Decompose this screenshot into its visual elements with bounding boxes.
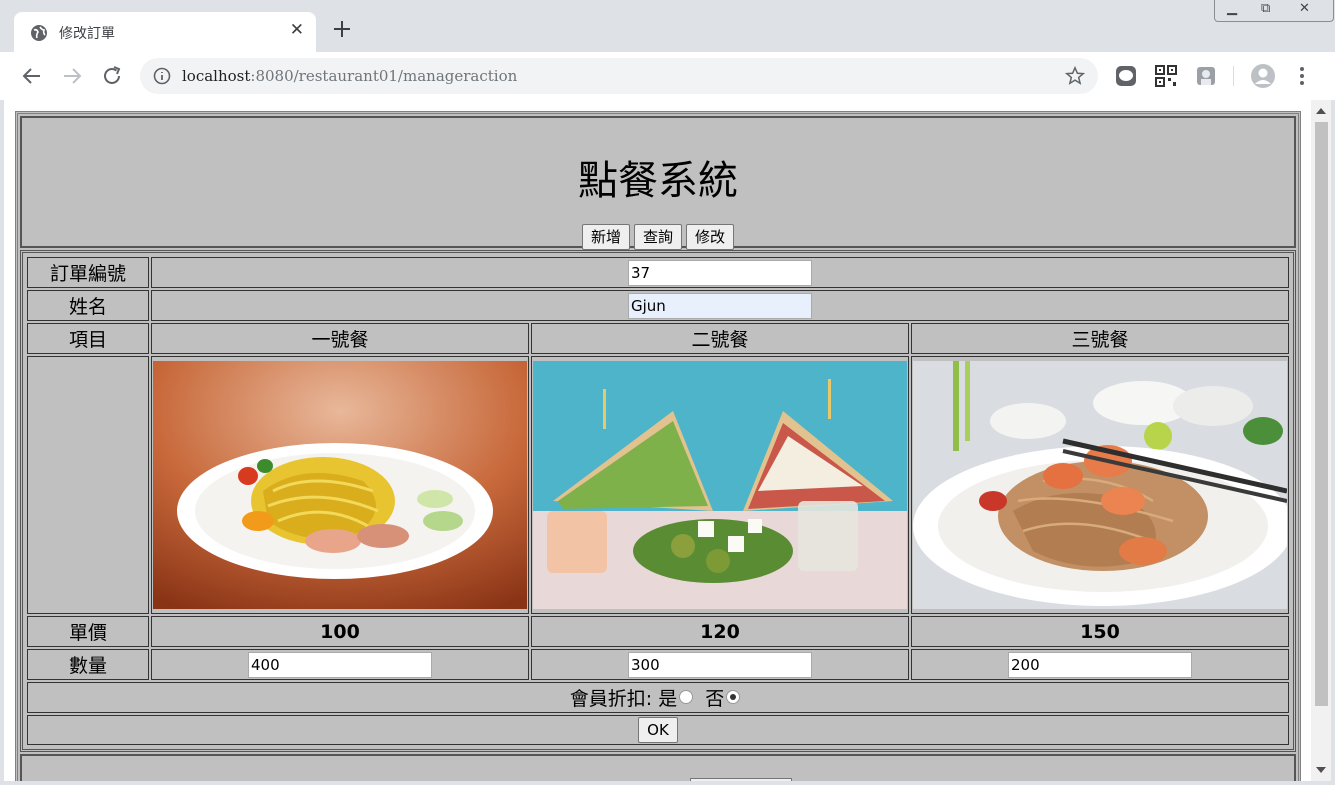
query-button[interactable]: 查詢	[633, 224, 682, 250]
qr-code-icon[interactable]	[1155, 65, 1177, 87]
scroll-down-arrow-icon[interactable]	[1316, 767, 1326, 773]
restore-icon[interactable]: ⧉	[1261, 1, 1270, 16]
order-form: 訂單編號 37 姓名 Gjun 項目 一號餐 二號餐 三號餐 單價 100 12…	[20, 250, 1296, 752]
back-icon[interactable]	[20, 64, 44, 88]
address-bar[interactable]: localhost:8080/restaurant01/manageractio…	[140, 58, 1098, 94]
discount-yes-radio[interactable]	[679, 689, 694, 704]
name-row: 姓名 Gjun	[27, 290, 1289, 321]
meal-2-image-cell	[531, 356, 909, 614]
quantity-input-1[interactable]: 400	[248, 651, 432, 678]
name-cell: Gjun	[151, 290, 1289, 321]
vertical-scrollbar[interactable]	[1311, 100, 1331, 781]
action-buttons: 新增 查詢 修改	[22, 224, 1294, 250]
add-button[interactable]: 新增	[581, 224, 630, 250]
price-1: 100	[151, 616, 529, 647]
quantity-input-2[interactable]: 300	[628, 651, 812, 678]
tab-strip: 修改訂單 ✕ ▁ ⧉ ✕	[0, 0, 1335, 53]
quantity-cell-3: 200	[911, 649, 1289, 680]
url-path: :8080/restaurant01/manageraction	[250, 67, 518, 85]
scroll-up-arrow-icon[interactable]	[1316, 108, 1326, 114]
page-viewport: 點餐系統 新增 查詢 修改 訂單編號 37 姓名 Gjun 項目 一號餐 二號餐…	[4, 100, 1311, 781]
price-row: 單價 100 120 150	[27, 616, 1289, 647]
url-host: localhost	[182, 67, 251, 85]
meal-2-image	[533, 361, 907, 609]
extension-icon[interactable]	[1195, 65, 1217, 87]
bookmark-star-icon[interactable]	[1064, 65, 1086, 87]
info-icon[interactable]	[152, 66, 172, 86]
close-window-icon[interactable]: ✕	[1299, 1, 1310, 16]
quantity-label: 數量	[27, 649, 149, 680]
price-3: 150	[911, 616, 1289, 647]
order-id-cell: 37	[151, 257, 1289, 288]
order-page: 點餐系統 新增 查詢 修改 訂單編號 37 姓名 Gjun 項目 一號餐 二號餐…	[15, 111, 1301, 781]
submit-row: OK	[27, 715, 1289, 745]
new-tab-icon[interactable]	[330, 17, 354, 41]
order-id-label: 訂單編號	[27, 257, 149, 288]
reload-icon[interactable]	[100, 64, 124, 88]
order-id-input[interactable]: 37	[628, 259, 812, 286]
menu-kebab-icon[interactable]	[1291, 65, 1313, 87]
browser-toolbar: localhost:8080/restaurant01/manageractio…	[0, 52, 1335, 100]
tab-title: 修改訂單	[59, 26, 115, 42]
order-table: 訂單編號 37 姓名 Gjun 項目 一號餐 二號餐 三號餐 單價 100 12…	[25, 255, 1291, 747]
toolbar-divider	[1233, 66, 1234, 86]
quantity-input-3[interactable]: 200	[1008, 651, 1192, 678]
quantity-cell-1: 400	[151, 649, 529, 680]
close-tab-icon[interactable]: ✕	[290, 20, 304, 40]
profile-avatar-icon[interactable]	[1250, 63, 1276, 89]
name-input[interactable]: Gjun	[628, 292, 812, 319]
item-name-1: 一號餐	[151, 323, 529, 354]
discount-yes-label: 是	[658, 688, 678, 710]
meal-3-image	[913, 361, 1287, 609]
price-label: 單價	[27, 616, 149, 647]
discount-row: 會員折扣: 是 否	[27, 682, 1289, 713]
header-section: 點餐系統 新增 查詢 修改	[20, 116, 1296, 250]
item-label: 項目	[27, 323, 149, 354]
discount-no-label: 否	[705, 688, 725, 710]
page-title: 點餐系統	[578, 158, 738, 204]
item-name-2: 二號餐	[531, 323, 909, 354]
footer-section	[20, 754, 1296, 781]
quantity-cell-2: 300	[531, 649, 909, 680]
discount-no-radio[interactable]	[726, 689, 741, 704]
quantity-row: 數量 400 300 200	[27, 649, 1289, 680]
edit-button[interactable]: 修改	[686, 224, 735, 250]
footer-button[interactable]	[690, 778, 792, 781]
price-2: 120	[531, 616, 909, 647]
line-extension-icon[interactable]	[1115, 65, 1137, 87]
discount-label: 會員折扣:	[569, 688, 653, 710]
browser-tab[interactable]: 修改訂單 ✕	[14, 12, 316, 53]
globe-icon	[31, 25, 47, 41]
image-row	[27, 356, 1289, 614]
item-name-3: 三號餐	[911, 323, 1289, 354]
outer-table: 點餐系統 新增 查詢 修改 訂單編號 37 姓名 Gjun 項目 一號餐 二號餐…	[15, 111, 1301, 781]
meal-1-image	[153, 361, 527, 609]
ok-button[interactable]: OK	[638, 717, 678, 743]
name-label: 姓名	[27, 290, 149, 321]
order-id-row: 訂單編號 37	[27, 257, 1289, 288]
discount-cell: 會員折扣: 是 否	[27, 682, 1289, 713]
meal-3-image-cell	[911, 356, 1289, 614]
image-row-empty-label	[27, 356, 149, 614]
submit-cell: OK	[27, 715, 1289, 745]
url-text: localhost:8080/restaurant01/manageractio…	[182, 67, 517, 85]
window-controls: ▁ ⧉ ✕	[1214, 0, 1334, 22]
minimize-icon[interactable]: ▁	[1227, 1, 1237, 16]
forward-icon[interactable]	[60, 64, 84, 88]
scrollbar-thumb[interactable]	[1315, 122, 1328, 706]
item-header-row: 項目 一號餐 二號餐 三號餐	[27, 323, 1289, 354]
meal-1-image-cell	[151, 356, 529, 614]
